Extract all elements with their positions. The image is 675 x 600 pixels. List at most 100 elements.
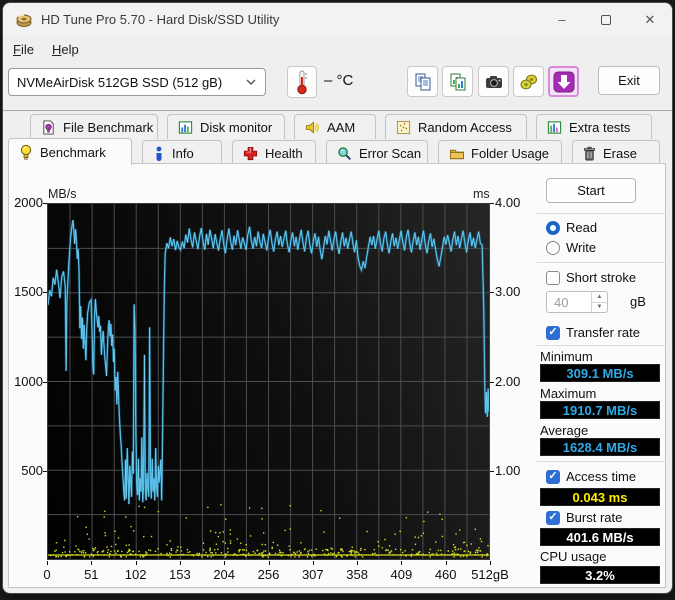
close-button[interactable]: ✕ (628, 4, 672, 36)
y-left-tick-label: 1000 (14, 373, 43, 389)
tab-label: AAM (327, 119, 356, 135)
maximum-value: 1910.7 MB/s (540, 401, 660, 419)
info-icon (156, 146, 162, 161)
tab-label: File Benchmark (63, 119, 154, 135)
y-right-tick-label: 1.00 (495, 462, 521, 478)
tab-label: Disk monitor (200, 119, 273, 135)
tab-error-scan[interactable]: Error Scan (326, 140, 428, 165)
tab-file-benchmark[interactable]: File Benchmark (30, 114, 158, 139)
capacity-stepper[interactable]: ▲ ▼ (591, 292, 607, 312)
write-radio[interactable]: Write (546, 240, 596, 255)
drive-select-dropdown[interactable]: NVMeAirDisk 512GB SSD (512 gB) (8, 68, 266, 96)
exit-button[interactable]: Exit (598, 66, 660, 95)
copy-image-button[interactable] (442, 66, 473, 97)
checkbox-unchecked-icon (546, 270, 560, 285)
write-label: Write (566, 240, 597, 255)
capacity-input[interactable]: 40 ▲ ▼ (546, 291, 608, 313)
burst-rate-checkbox[interactable]: ✓ Burst rate (546, 510, 622, 525)
tab-random-access[interactable]: Random Access (385, 114, 527, 139)
drive-select-value: NVMeAirDisk 512GB SSD (512 gB) (17, 74, 223, 90)
trash-icon (584, 146, 595, 160)
chevron-down-icon (246, 79, 256, 85)
screenshot-button[interactable] (478, 66, 509, 97)
minimum-label: Minimum (540, 349, 593, 364)
divider (537, 345, 665, 346)
save-export-button[interactable] (548, 66, 579, 97)
minimize-button[interactable]: – (540, 4, 584, 36)
app-logo-icon (16, 13, 32, 27)
stepper-down-icon[interactable]: ▼ (592, 301, 607, 313)
tab-info[interactable]: Info (142, 140, 222, 165)
plot-canvas (48, 204, 489, 559)
tab-label: Error Scan (359, 145, 422, 161)
file-benchmark-icon (43, 119, 54, 135)
tab-aam[interactable]: AAM (294, 114, 376, 139)
menu-file[interactable]: File (5, 40, 42, 59)
access-time-checkbox[interactable]: ✓ Access time (546, 469, 636, 484)
stepper-up-icon[interactable]: ▲ (592, 292, 607, 302)
x-tick-label: 0 (43, 567, 51, 582)
x-tick-label: 409 (390, 567, 413, 582)
x-tick-label: 51 (84, 567, 99, 582)
tab-label: Extra tests (569, 119, 631, 135)
capacity-value: 40 (554, 294, 569, 310)
tab-label: Erase (603, 145, 637, 161)
x-tickmark (268, 561, 270, 565)
tab-benchmark[interactable]: Benchmark (8, 138, 132, 165)
copy-image-icon (450, 73, 465, 90)
copy-text-icon (415, 73, 430, 90)
folder-icon (450, 149, 464, 159)
x-tick-label: 102 (124, 567, 147, 582)
x-tick-label: 204 (213, 567, 236, 582)
capacity-unit-label: gB (630, 294, 646, 309)
close-icon: ✕ (644, 11, 656, 27)
transfer-rate-label: Transfer rate (566, 325, 640, 340)
download-arrow-icon (553, 71, 574, 92)
y-left-tickmark (43, 470, 47, 472)
copy-text-button[interactable] (407, 66, 438, 97)
x-tickmark (357, 561, 359, 565)
temperature-readout: – °C (324, 72, 354, 89)
checkbox-checked-icon: ✓ (546, 510, 560, 525)
read-radio[interactable]: Read (546, 220, 597, 235)
x-tick-label: 460 (434, 567, 457, 582)
tab-extra-tests[interactable]: Extra tests (536, 114, 652, 139)
y-right-axis-title: ms (473, 187, 490, 201)
tab-row-secondary: File Benchmark Disk monitor AAM Random A… (30, 112, 652, 139)
thermometer-icon (297, 70, 307, 95)
minimize-icon: – (558, 12, 566, 27)
menu-bar: File Help (3, 38, 672, 60)
x-tick-label: 512gB (471, 567, 509, 582)
minimum-value: 309.1 MB/s (540, 364, 660, 382)
disk-monitor-icon (178, 120, 193, 134)
maximum-label: Maximum (540, 386, 597, 401)
y-right-tick-label: 2.00 (495, 373, 521, 389)
temperature-button[interactable] (287, 66, 317, 98)
tab-folder-usage[interactable]: Folder Usage (438, 140, 562, 165)
divider (537, 262, 665, 263)
maximize-button[interactable] (584, 4, 628, 36)
y-left-tickmark (43, 203, 47, 204)
read-label: Read (566, 220, 598, 235)
y-left-tickmark (43, 292, 47, 294)
tab-label: Health (265, 145, 303, 161)
tab-disk-monitor[interactable]: Disk monitor (167, 114, 285, 139)
x-tickmark (224, 561, 226, 565)
disk-pair-button[interactable] (513, 66, 544, 97)
benchmark-bulb-icon (20, 144, 32, 160)
exit-label: Exit (618, 73, 640, 88)
tab-erase[interactable]: Erase (572, 140, 660, 165)
x-tickmark (312, 561, 314, 565)
tab-health[interactable]: Health (232, 140, 316, 165)
start-button[interactable]: Start (546, 178, 636, 203)
disks-icon (520, 74, 537, 89)
x-tick-label: 358 (346, 567, 368, 582)
camera-icon (485, 75, 502, 88)
x-tickmark (179, 561, 181, 565)
x-tickmark (490, 561, 491, 565)
menu-help[interactable]: Help (44, 40, 87, 59)
short-stroke-checkbox[interactable]: Short stroke (546, 270, 636, 285)
x-tickmark (91, 561, 93, 565)
y-right-tickmark (490, 470, 494, 472)
transfer-rate-checkbox[interactable]: ✓ Transfer rate (546, 325, 640, 340)
